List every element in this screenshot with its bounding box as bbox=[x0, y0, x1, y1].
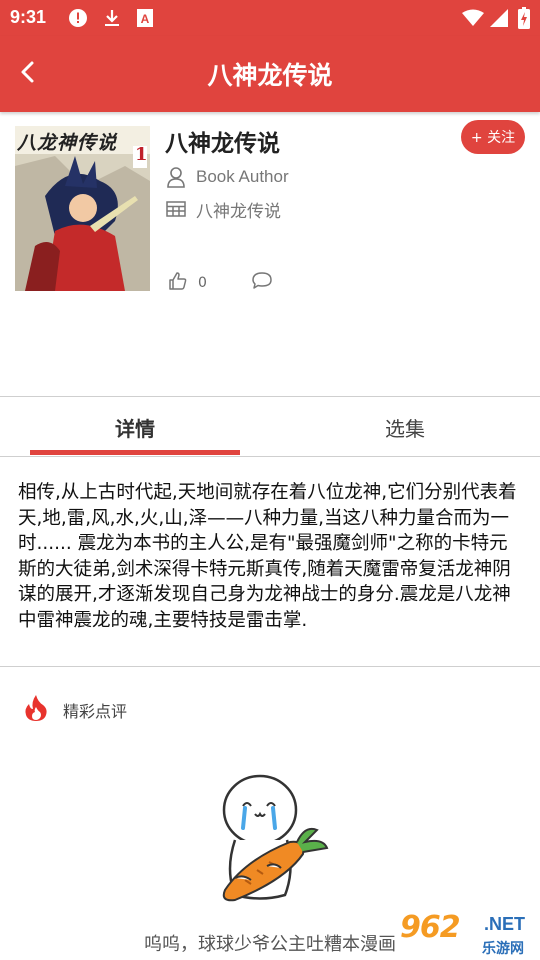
cover-volume: 1 bbox=[135, 144, 148, 165]
synopsis-text: 相传,从上古时代起,天地间就存在着八位龙神,它们分别代表着天,地,雷,风,水,火… bbox=[18, 482, 517, 631]
download-icon bbox=[102, 8, 122, 32]
grid-icon bbox=[165, 199, 187, 221]
tab-details[interactable]: 详情 bbox=[0, 398, 270, 456]
author-row: Book Author bbox=[165, 166, 289, 188]
notification-a-icon: A bbox=[136, 8, 154, 32]
divider bbox=[0, 456, 540, 457]
book-author: Book Author bbox=[196, 167, 289, 186]
comment-button[interactable] bbox=[251, 271, 273, 295]
comment-icon bbox=[251, 272, 273, 295]
wifi-icon bbox=[462, 9, 484, 31]
cover-title: 八龙神传说 bbox=[17, 132, 118, 154]
svg-text:A: A bbox=[141, 12, 150, 26]
like-count: 0 bbox=[198, 275, 207, 291]
user-icon bbox=[165, 166, 187, 188]
signal-icon bbox=[490, 9, 508, 31]
site-watermark-logo: 962 .NET 乐游网 bbox=[400, 908, 536, 960]
book-category: 八神龙传说 bbox=[196, 202, 281, 222]
category-row: 八神龙传说 bbox=[165, 197, 281, 222]
tab-indicator bbox=[30, 450, 240, 455]
divider bbox=[0, 396, 540, 397]
fire-icon bbox=[23, 694, 49, 726]
battery-charging-icon bbox=[518, 7, 530, 33]
divider bbox=[0, 666, 540, 667]
status-bar: 9:31 A bbox=[0, 0, 540, 36]
book-cover[interactable]: 八龙神传说 1 bbox=[15, 126, 150, 291]
watermark-main: 962 bbox=[400, 910, 461, 945]
reviews-title: 精彩点评 bbox=[63, 702, 128, 721]
crying-character-illustration bbox=[205, 770, 335, 910]
alert-icon bbox=[68, 8, 88, 32]
book-title: 八神龙传说 bbox=[165, 131, 280, 157]
watermark-sub: 乐游网 bbox=[482, 941, 524, 957]
status-time: 9:31 bbox=[10, 7, 47, 27]
thumbs-up-icon bbox=[168, 271, 188, 295]
tab-episodes[interactable]: 选集 bbox=[270, 398, 540, 456]
like-button[interactable]: 0 bbox=[168, 271, 207, 295]
follow-button[interactable]: + 关注 bbox=[461, 120, 525, 154]
app-bar: 八神龙传说 bbox=[0, 36, 540, 112]
page-title: 八神龙传说 bbox=[207, 61, 333, 90]
watermark-suffix: .NET bbox=[484, 914, 526, 934]
